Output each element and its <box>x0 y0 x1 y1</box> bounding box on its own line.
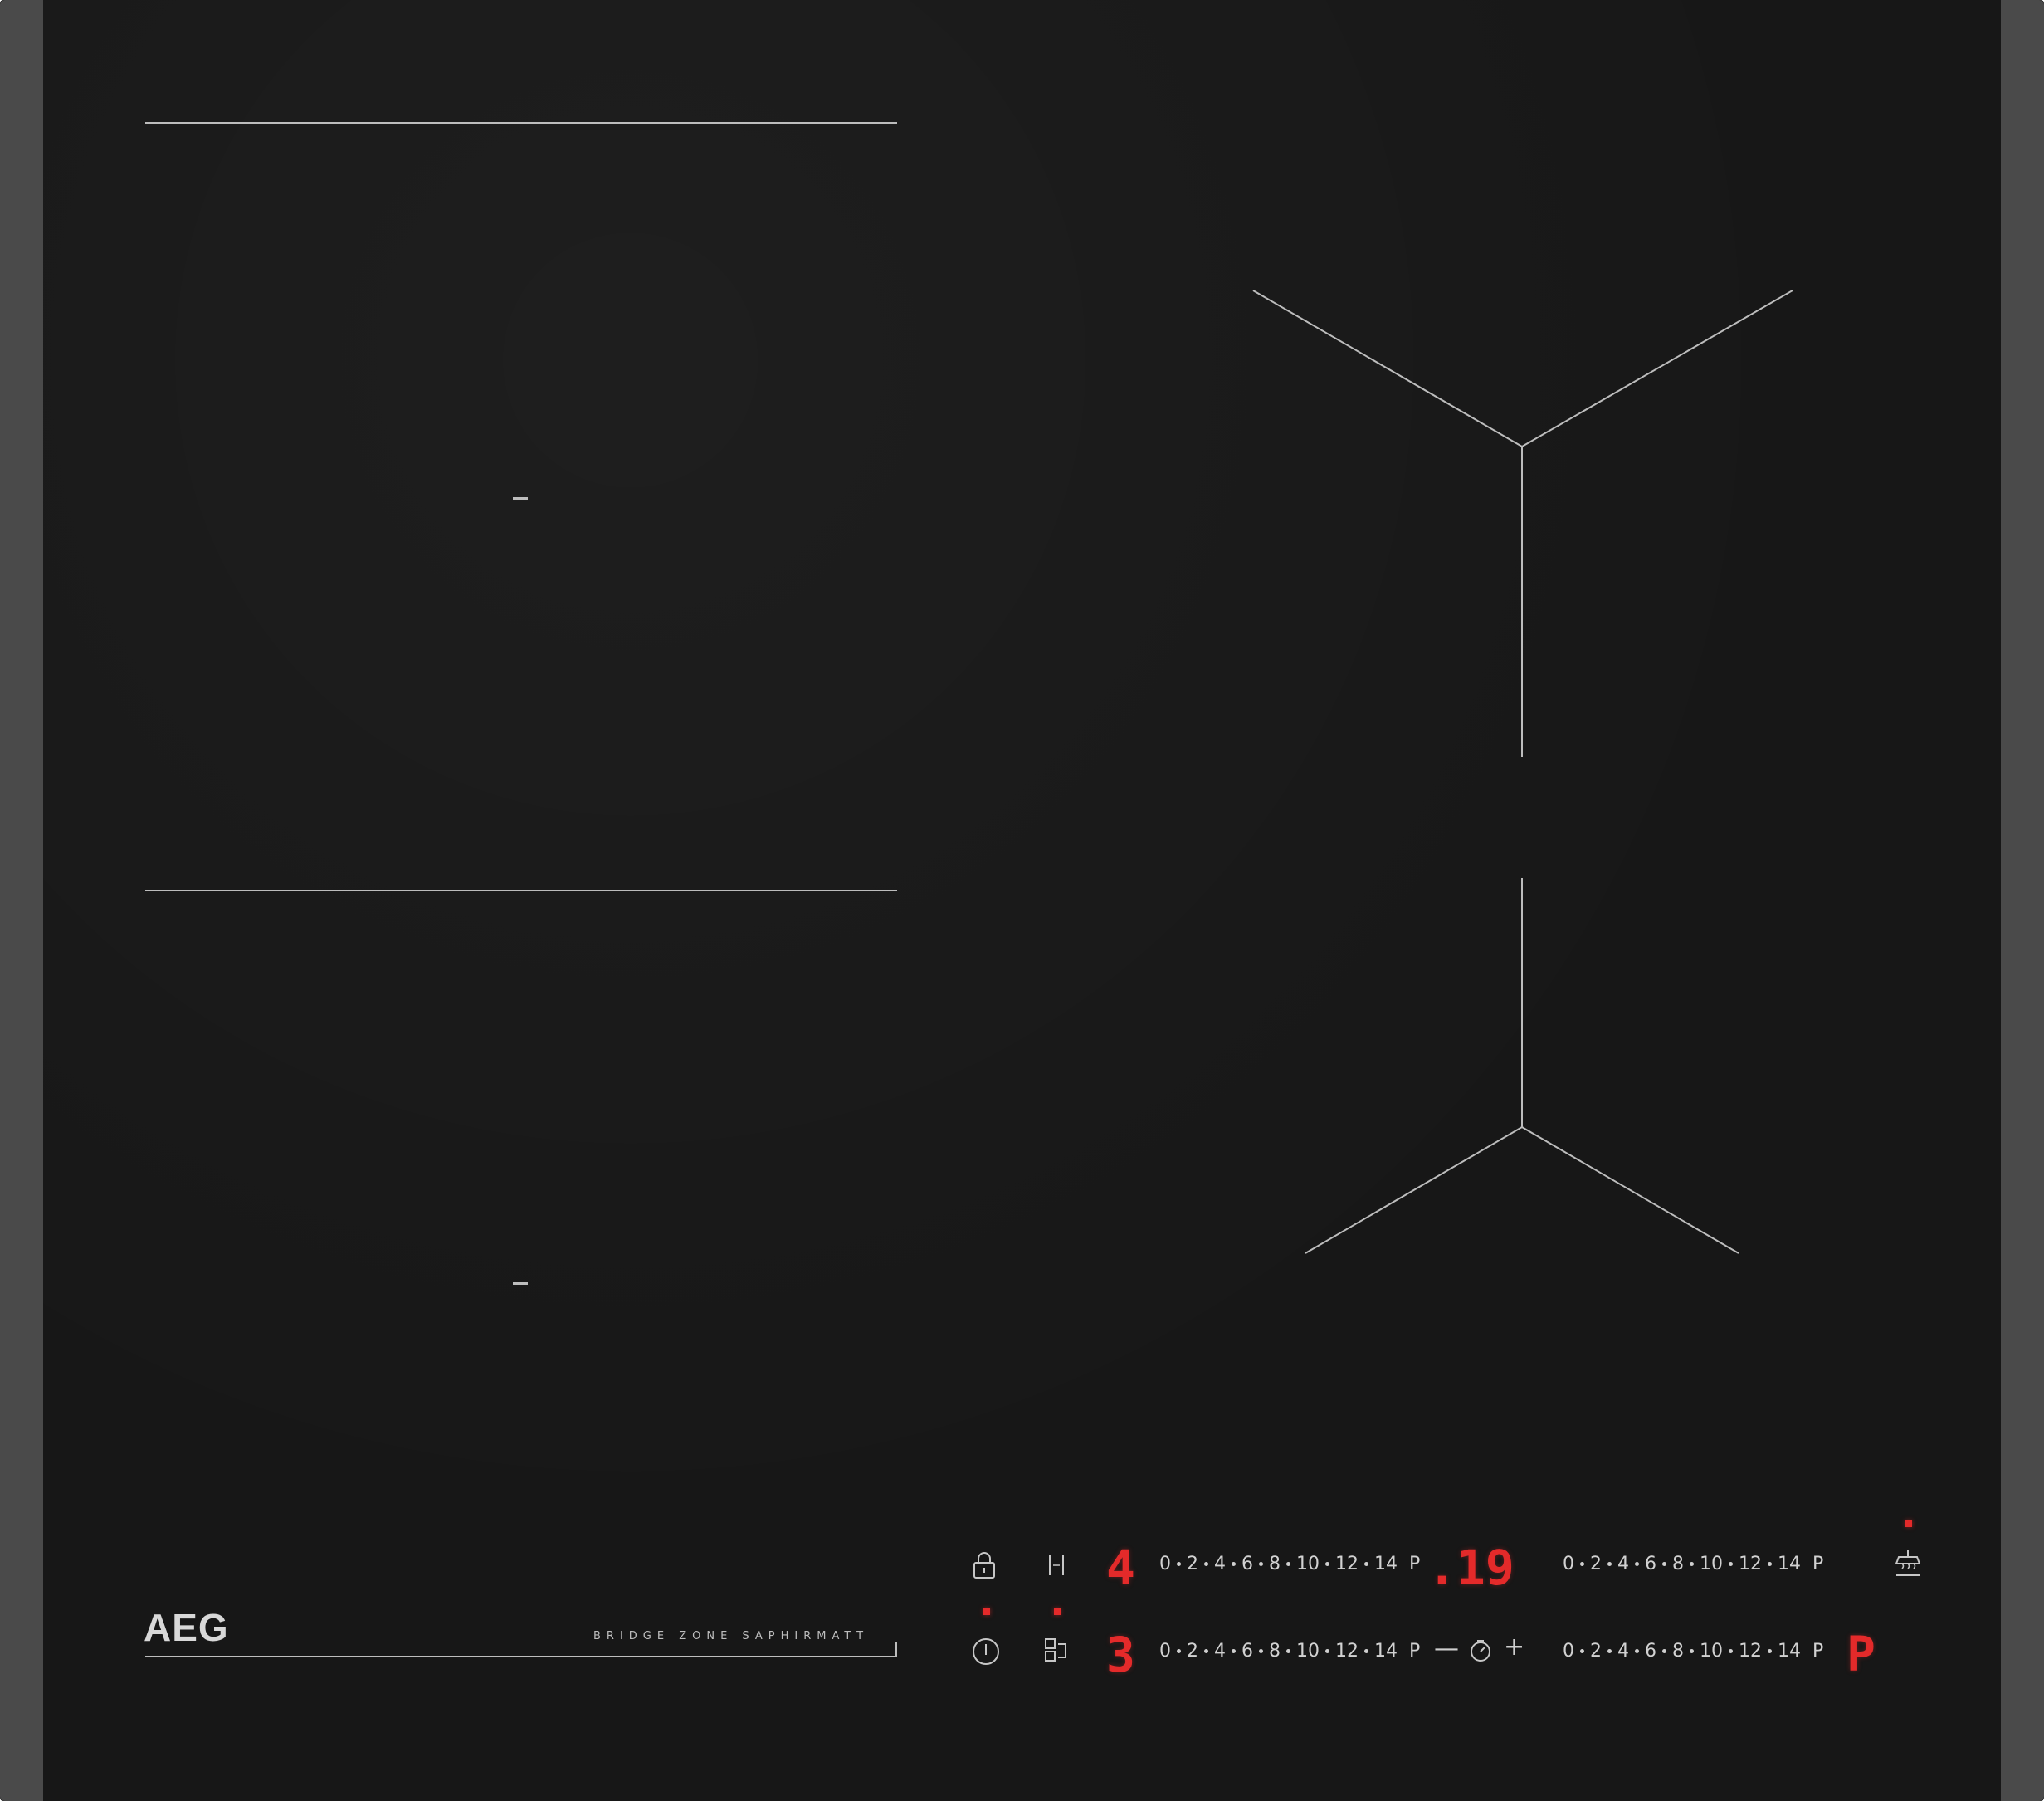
scale-separator <box>1635 1649 1639 1653</box>
scale-separator <box>1690 1562 1694 1566</box>
brand-logo: AEG <box>144 1606 229 1649</box>
scale-value[interactable]: 14 <box>1778 1554 1801 1574</box>
right-bottom-zone-right-arm <box>1521 1126 1739 1254</box>
scale-value[interactable]: 0 <box>1563 1554 1574 1574</box>
power-icon[interactable] <box>971 1637 1001 1667</box>
scale-separator <box>1325 1562 1329 1566</box>
zone-markings <box>145 122 1793 1657</box>
scale-value[interactable]: 6 <box>1242 1554 1253 1574</box>
right-zone-level-display: P <box>1846 1626 1876 1682</box>
scale-value[interactable]: 6 <box>1645 1554 1656 1574</box>
scale-value[interactable]: 12 <box>1739 1641 1762 1662</box>
timer-display: .19 <box>1427 1540 1515 1596</box>
rear-left-level-display: 3 <box>1106 1627 1135 1683</box>
scale-value[interactable]: 12 <box>1335 1554 1359 1574</box>
scale-value[interactable]: 14 <box>1778 1641 1801 1662</box>
scale-value[interactable]: 2 <box>1187 1554 1198 1574</box>
scale-separator <box>1580 1562 1584 1566</box>
induction-hob: AEG BRIDGE ZONE SAPHIRMATT 4 0 2 4 6 8 1… <box>0 0 2044 1801</box>
scale-separator <box>1364 1649 1368 1653</box>
scale-value[interactable]: 8 <box>1672 1554 1684 1574</box>
scale-value[interactable]: 4 <box>1617 1554 1629 1574</box>
scale-separator <box>1177 1649 1181 1653</box>
right-bottom-zone-left-arm <box>1305 1126 1523 1254</box>
scale-value[interactable]: 4 <box>1214 1641 1226 1662</box>
front-left-zone-marker <box>513 1282 528 1285</box>
bridge-icon[interactable] <box>1046 1553 1067 1578</box>
scale-value[interactable]: 6 <box>1242 1641 1253 1662</box>
right-top-zone-left-arm <box>1252 290 1523 447</box>
scale-separator <box>1232 1562 1236 1566</box>
rear-left-zone-marker <box>513 497 528 500</box>
scale-separator <box>1662 1562 1666 1566</box>
power-scale-top-left[interactable]: 0 2 4 6 8 10 12 14 P <box>1159 1554 1420 1574</box>
combine-indicator-led <box>1054 1608 1061 1615</box>
front-left-level-display: 4 <box>1106 1540 1135 1596</box>
hood-indicator-led <box>1905 1520 1912 1527</box>
scale-separator <box>1729 1562 1733 1566</box>
scale-value[interactable]: 0 <box>1159 1554 1171 1574</box>
combine-zones-icon[interactable] <box>1044 1637 1071 1664</box>
scale-separator <box>1232 1649 1236 1653</box>
hood-link-icon[interactable] <box>1894 1549 1922 1579</box>
scale-separator <box>1204 1562 1208 1566</box>
power-scale-bottom-right[interactable]: 0 2 4 6 8 10 12 14 P <box>1563 1641 1823 1662</box>
scale-value[interactable]: 10 <box>1296 1641 1320 1662</box>
power-scale-bottom-left[interactable]: 0 2 4 6 8 10 12 14 P <box>1159 1641 1420 1662</box>
scale-separator <box>1635 1562 1639 1566</box>
power-scale-top-right[interactable]: 0 2 4 6 8 10 12 14 P <box>1563 1554 1823 1574</box>
scale-value[interactable]: 2 <box>1590 1554 1602 1574</box>
scale-value[interactable]: 14 <box>1374 1554 1398 1574</box>
scale-value[interactable]: 12 <box>1739 1554 1762 1574</box>
timer-minus-button[interactable]: — <box>1434 1637 1459 1662</box>
scale-value[interactable]: P <box>1409 1641 1420 1662</box>
lock-icon[interactable] <box>972 1551 997 1579</box>
scale-separator <box>1286 1649 1290 1653</box>
scale-value[interactable]: 8 <box>1672 1641 1684 1662</box>
scale-separator <box>1768 1649 1772 1653</box>
scale-value[interactable]: 0 <box>1563 1641 1574 1662</box>
scale-separator <box>1177 1562 1181 1566</box>
scale-separator <box>1325 1649 1329 1653</box>
timer-plus-button[interactable]: + <box>1504 1635 1524 1660</box>
scale-separator <box>1286 1562 1290 1566</box>
scale-value[interactable]: 0 <box>1159 1641 1171 1662</box>
scale-separator <box>1580 1649 1584 1653</box>
scale-value[interactable]: 10 <box>1700 1641 1723 1662</box>
scale-value[interactable]: 2 <box>1590 1641 1602 1662</box>
scale-separator <box>1204 1649 1208 1653</box>
scale-separator <box>1364 1562 1368 1566</box>
scale-separator <box>1607 1562 1612 1566</box>
right-top-zone-right-arm <box>1521 290 1793 447</box>
scale-value[interactable]: 12 <box>1335 1641 1359 1662</box>
scale-value[interactable]: 4 <box>1214 1554 1226 1574</box>
scale-separator <box>1607 1649 1612 1653</box>
scale-value[interactable]: 8 <box>1269 1554 1281 1574</box>
scale-value[interactable]: 10 <box>1700 1554 1723 1574</box>
scale-value[interactable]: 8 <box>1269 1641 1281 1662</box>
scale-value[interactable]: 4 <box>1617 1641 1629 1662</box>
scale-separator <box>1259 1649 1263 1653</box>
scale-value[interactable]: P <box>1409 1554 1420 1574</box>
scale-separator <box>1690 1649 1694 1653</box>
scale-value[interactable]: P <box>1812 1641 1823 1662</box>
scale-value[interactable]: 10 <box>1296 1554 1320 1574</box>
model-text: BRIDGE ZONE SAPHIRMATT <box>593 1630 870 1642</box>
scale-separator <box>1662 1649 1666 1653</box>
scale-separator <box>1259 1562 1263 1566</box>
power-indicator-led <box>983 1608 990 1615</box>
scale-separator <box>1729 1649 1733 1653</box>
scale-value[interactable]: 6 <box>1645 1641 1656 1662</box>
scale-value[interactable]: 2 <box>1187 1641 1198 1662</box>
scale-value[interactable]: P <box>1812 1554 1823 1574</box>
clock-icon[interactable] <box>1469 1639 1492 1662</box>
scale-value[interactable]: 14 <box>1374 1641 1398 1662</box>
scale-separator <box>1768 1562 1772 1566</box>
